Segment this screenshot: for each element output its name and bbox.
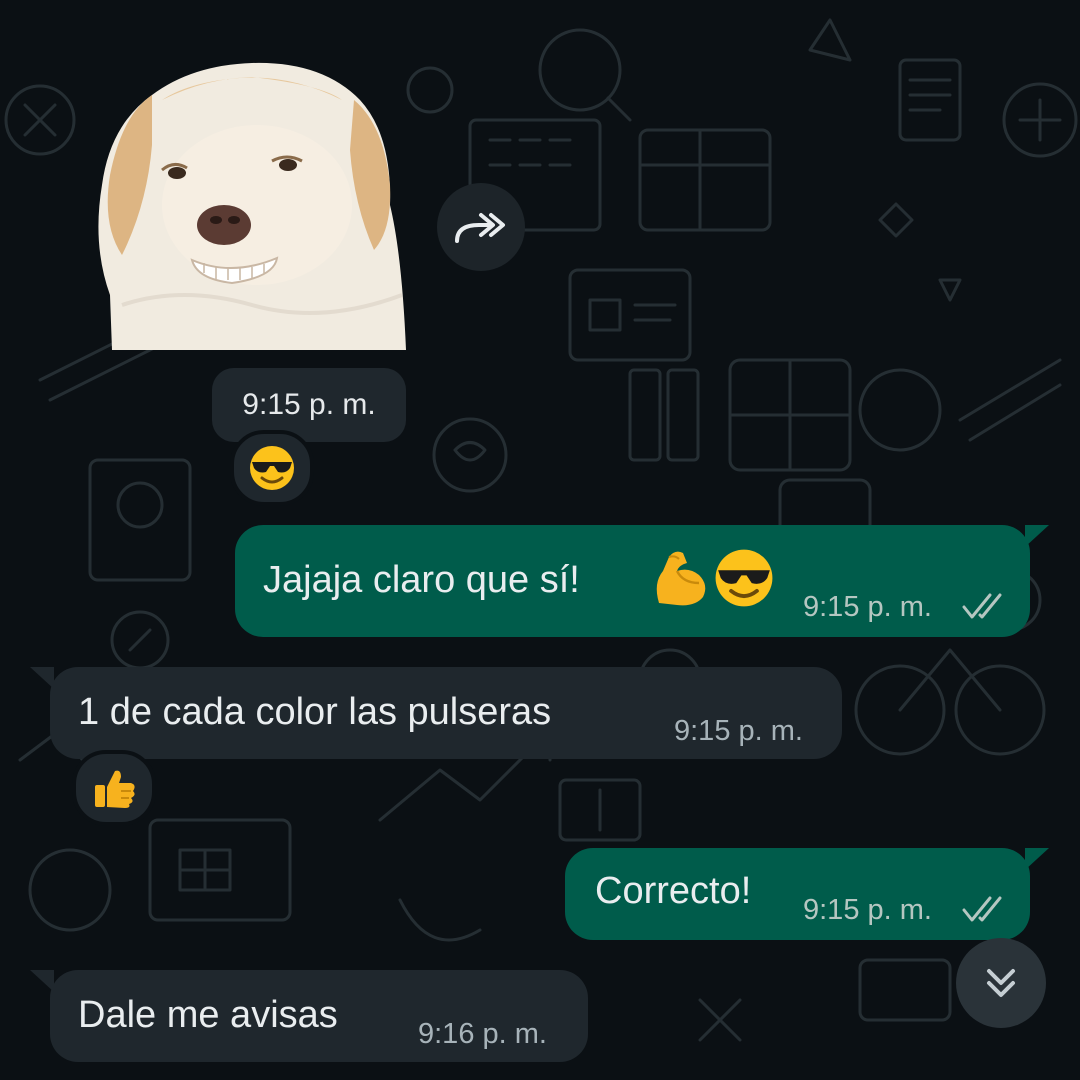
outgoing-message-bubble[interactable]: Jajaja claro que sí! 9:15 p. m. <box>235 525 1049 637</box>
bubble-tail <box>1025 848 1049 870</box>
message-text: 1 de cada color las pulseras <box>78 691 552 733</box>
message-timestamp: 9:15 p. m. <box>674 715 803 747</box>
outgoing-message-bubble[interactable]: Correcto! 9:15 p. m. <box>565 848 1049 940</box>
double-check-read-icon <box>962 896 1002 922</box>
incoming-message-bubble[interactable]: 1 de cada color las pulseras 9:15 p. m. <box>30 667 842 759</box>
message-timestamp: 9:15 p. m. <box>803 894 932 926</box>
message-timestamp: 9:15 p. m. <box>803 591 932 623</box>
double-check-read-icon <box>962 593 1002 619</box>
message-timestamp: 9:16 p. m. <box>418 1018 547 1050</box>
message-reaction[interactable] <box>72 750 156 826</box>
forward-icon <box>455 213 505 243</box>
flexed-biceps-icon <box>656 551 706 606</box>
bubble-tail <box>30 970 54 992</box>
incoming-message-bubble[interactable]: Dale me avisas 9:16 p. m. <box>30 970 588 1062</box>
bubble-tail <box>30 667 54 689</box>
forward-button[interactable] <box>437 183 525 271</box>
message-text: Jajaja claro que sí! <box>263 559 580 601</box>
bubble-tail <box>1025 525 1049 547</box>
smiling-face-with-sunglasses-icon <box>250 446 294 490</box>
sticker-reaction[interactable] <box>230 430 314 506</box>
scroll-to-bottom-button[interactable] <box>956 938 1046 1028</box>
smiling-face-with-sunglasses-icon <box>715 549 773 607</box>
puppy-sticker[interactable] <box>92 55 408 350</box>
message-text: Correcto! <box>595 870 752 912</box>
sticker-timestamp: 9:15 p. m. <box>212 368 406 442</box>
thumbs-up-icon <box>95 770 135 808</box>
message-text: Dale me avisas <box>78 994 338 1036</box>
double-chevron-down-icon <box>987 969 1015 997</box>
chat-view: 9:15 p. m. Jajaja claro que sí! 9:15 p. … <box>0 0 1080 1080</box>
